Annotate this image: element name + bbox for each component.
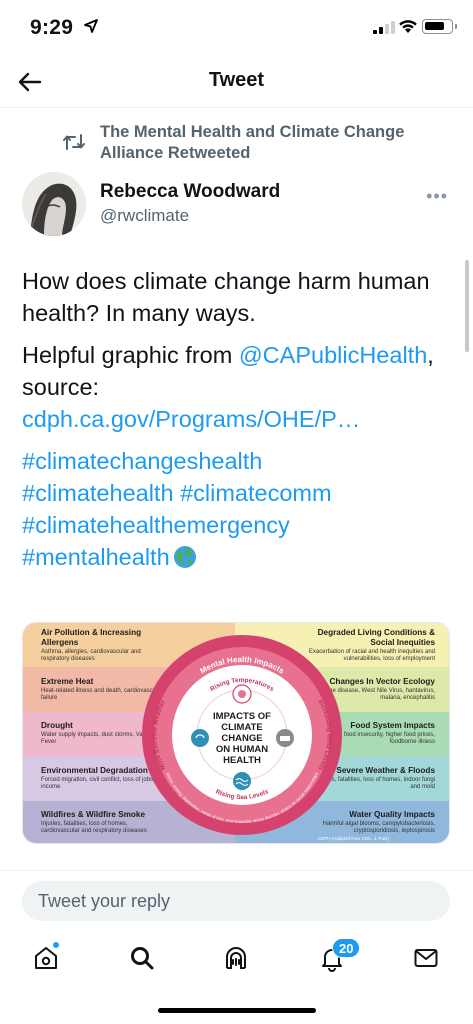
scrollbar[interactable] bbox=[465, 260, 469, 352]
bottom-tab-bar: 20 bbox=[0, 932, 473, 990]
hashtag-link[interactable]: #mentalhealth bbox=[22, 544, 170, 570]
status-time: 9:29 bbox=[30, 16, 74, 39]
tab-notifications[interactable]: 20 bbox=[314, 938, 361, 976]
globe-emoji-icon bbox=[173, 546, 196, 568]
cellular-signal-icon bbox=[373, 21, 395, 34]
center-title-line: CHANGE bbox=[221, 733, 262, 744]
tab-search[interactable] bbox=[124, 940, 160, 976]
hashtags: #climatechangeshealth #climatehealth #cl… bbox=[22, 445, 454, 573]
center-title-line: ON HUMAN bbox=[216, 744, 268, 755]
image-credit: CDPH (Adapted from CDC, J. Patz) bbox=[317, 836, 389, 841]
retweet-icon bbox=[63, 134, 85, 150]
reply-input[interactable]: Tweet your reply bbox=[22, 881, 450, 921]
wifi-icon bbox=[399, 20, 417, 33]
hashtag-link[interactable]: #climatechangeshealth bbox=[22, 448, 262, 474]
page-title: Tweet bbox=[208, 69, 265, 91]
impacts-wheel: Mental Health Impacts Rising Temperature… bbox=[142, 635, 342, 835]
battery-icon bbox=[422, 19, 457, 34]
tab-home[interactable] bbox=[28, 940, 64, 976]
avatar[interactable] bbox=[22, 172, 86, 236]
hashtag-link[interactable]: #climatecomm bbox=[180, 480, 331, 506]
center-title-line: CLIMATE bbox=[221, 722, 263, 733]
top-nav: Tweet bbox=[0, 56, 473, 108]
tweet-text-line: How does climate change harm human healt… bbox=[22, 268, 430, 326]
tweet-text-fragment: Helpful graphic from bbox=[22, 342, 239, 368]
search-icon bbox=[131, 947, 154, 970]
tweet-text-line: Helpful graphic from @CAPublicHealth, so… bbox=[22, 339, 454, 435]
waves-icon bbox=[233, 772, 251, 790]
reply-bar: Tweet your reply bbox=[0, 870, 473, 932]
notification-badge: 20 bbox=[332, 938, 361, 958]
location-arrow-icon bbox=[84, 19, 98, 33]
mention-link[interactable]: @CAPublicHealth bbox=[239, 342, 427, 368]
mail-icon bbox=[414, 949, 438, 967]
tab-spaces[interactable] bbox=[218, 940, 254, 976]
author-handle[interactable]: @rwclimate bbox=[100, 206, 189, 226]
center-title-line: HEALTH bbox=[223, 755, 261, 766]
retweet-context[interactable]: The Mental Health and Climate Change All… bbox=[63, 122, 426, 164]
tweet-body: How does climate change harm human healt… bbox=[22, 265, 454, 583]
author-name[interactable]: Rebecca Woodward bbox=[100, 181, 280, 203]
retweet-label: The Mental Health and Climate Change All… bbox=[100, 123, 405, 162]
new-content-dot bbox=[52, 941, 60, 949]
more-options-icon[interactable]: ••• bbox=[426, 186, 448, 207]
tweet-author: Rebecca Woodward @rwclimate ••• bbox=[22, 172, 452, 236]
status-bar: 9:29 bbox=[0, 0, 473, 56]
home-indicator[interactable] bbox=[158, 1008, 316, 1013]
tweet-image[interactable]: Air Pollution & Increasing Allergens Asth… bbox=[22, 622, 450, 844]
spaces-icon bbox=[226, 947, 246, 969]
hashtag-link[interactable]: #climatehealth bbox=[22, 480, 174, 506]
url-link[interactable]: cdph.ca.gov/Programs/OHE/P… bbox=[22, 406, 360, 432]
storm-icon bbox=[191, 729, 209, 747]
tab-messages[interactable] bbox=[408, 940, 444, 976]
center-title-line: IMPACTS OF bbox=[213, 711, 271, 722]
hashtag-link[interactable]: #climatehealthemergency bbox=[22, 512, 290, 538]
